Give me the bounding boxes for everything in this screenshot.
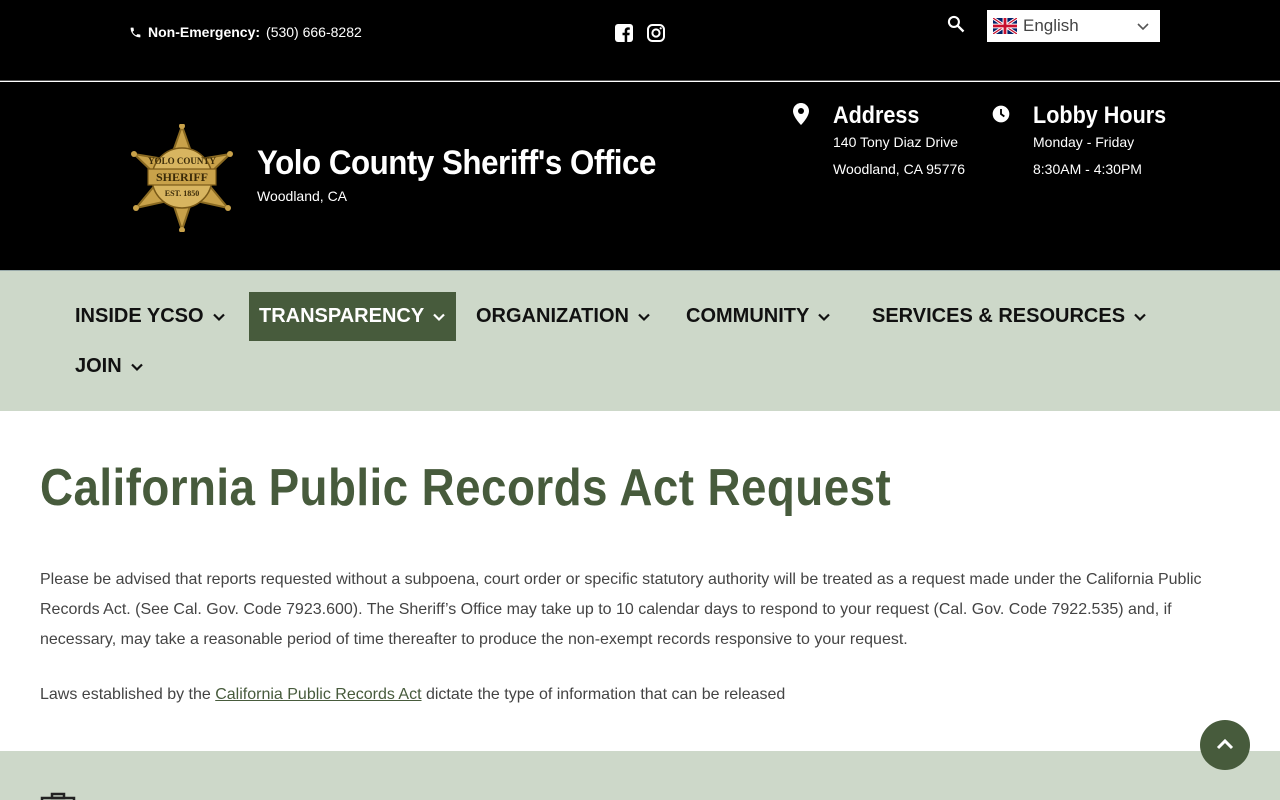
badge-text-bot: EST. 1850 <box>165 189 200 198</box>
cpra-notice-paragraph: Please be advised that reports requested… <box>40 571 1202 648</box>
back-to-top-button[interactable] <box>1200 720 1250 770</box>
nav-item-join[interactable]: JOIN <box>65 342 154 391</box>
phone-icon <box>130 27 141 37</box>
language-select[interactable]: English <box>987 10 1160 42</box>
nav-label: JOIN <box>75 355 122 377</box>
site-title[interactable]: Yolo County Sheriff's Office <box>257 144 656 183</box>
uk-flag-icon <box>993 18 1017 34</box>
chevron-up-icon <box>1216 738 1234 750</box>
nav-label: ORGANIZATION <box>476 305 629 327</box>
non-emergency-phone[interactable]: Non-Emergency: (530) 666-8282 <box>129 24 362 40</box>
page-title: California Public Records Act Request <box>40 459 892 517</box>
search-icon[interactable] <box>946 14 966 34</box>
laws-text-after: dictate the type of information that can… <box>421 686 786 703</box>
badge-text-top: YOLO COUNTY <box>148 156 216 166</box>
nav-item-organization[interactable]: ORGANIZATION <box>466 292 661 341</box>
address-title: Address <box>833 102 920 129</box>
chevron-down-icon <box>1134 313 1146 321</box>
lobby-hours-time: 8:30AM - 4:30PM <box>1033 161 1142 177</box>
map-pin-icon <box>793 103 809 125</box>
badge-text-mid: SHERIFF <box>156 170 208 184</box>
chevron-down-icon <box>212 313 225 321</box>
site-subtitle: Woodland, CA <box>257 188 348 204</box>
top-bar: Non-Emergency: (530) 666-8282 English <box>0 0 1280 81</box>
nav-item-community[interactable]: COMMUNITY <box>676 292 841 341</box>
chevron-down-icon <box>638 313 650 321</box>
laws-text-before: Laws established by the <box>40 686 216 703</box>
main-nav: INSIDE YCSO TRANSPARENCY ORGANIZATION CO… <box>0 270 1280 411</box>
nav-label: SERVICES & RESOURCES <box>872 305 1126 327</box>
social-links <box>614 23 666 43</box>
cpra-laws-paragraph: Laws established by the California Publi… <box>40 680 1240 710</box>
footer-band <box>0 751 1280 800</box>
instagram-icon[interactable] <box>646 23 666 43</box>
chevron-down-icon <box>130 363 143 371</box>
nav-item-inside-ycso[interactable]: INSIDE YCSO <box>65 292 236 341</box>
clock-icon <box>992 105 1010 123</box>
language-label: English <box>1023 16 1079 35</box>
lobby-hours-title: Lobby Hours <box>1033 102 1167 129</box>
nav-label: INSIDE YCSO <box>75 305 204 327</box>
nav-item-transparency[interactable]: TRANSPARENCY <box>249 292 457 341</box>
address-line-1: 140 Tony Diaz Drive <box>833 134 959 150</box>
chevron-down-icon <box>1137 23 1149 31</box>
chevron-down-icon <box>433 313 445 321</box>
chevron-down-icon <box>818 313 831 321</box>
phone-number[interactable]: (530) 666-8282 <box>266 24 362 40</box>
phone-label: Non-Emergency: <box>148 24 261 40</box>
facebook-icon[interactable] <box>614 23 634 43</box>
address-line-2: Woodland, CA 95776 <box>833 161 966 177</box>
nav-item-services-resources[interactable]: SERVICES & RESOURCES <box>862 292 1157 341</box>
nav-label: COMMUNITY <box>686 305 810 327</box>
nav-label: TRANSPARENCY <box>259 305 425 327</box>
briefcase-icon <box>40 792 76 800</box>
sheriff-badge-logo[interactable]: YOLO COUNTY SHERIFF EST. 1850 <box>124 124 240 232</box>
lobby-hours-days: Monday - Friday <box>1033 134 1135 150</box>
cpra-link[interactable]: California Public Records Act <box>215 686 421 703</box>
site-header: YOLO COUNTY SHERIFF EST. 1850 Yolo Count… <box>0 82 1280 270</box>
